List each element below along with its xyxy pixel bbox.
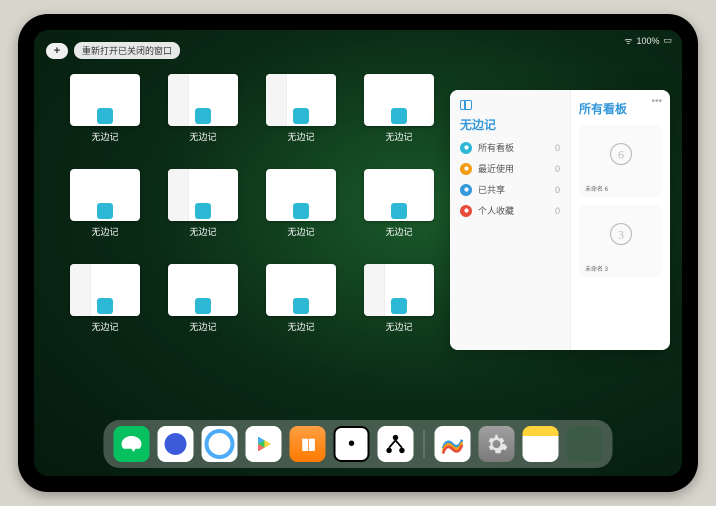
sidebar-item-count: 0 <box>555 185 560 195</box>
popup-left-title: 无边记 <box>460 116 560 133</box>
window-tile[interactable]: 无边记 <box>266 264 336 333</box>
popup-content: ••• 所有看板 6 未命名 6 3 未命名 3 <box>571 90 670 350</box>
window-thumbnail <box>364 169 434 221</box>
app-popup: 无边记 所有看板 0 最近使用 0 已共享 0 个人收藏 0 ••• 所有看板 … <box>450 90 670 350</box>
window-tile[interactable]: 无边记 <box>70 169 140 238</box>
popup-sidebar: 无边记 所有看板 0 最近使用 0 已共享 0 个人收藏 0 <box>450 90 571 350</box>
sidebar-item-label: 所有看板 <box>478 141 549 154</box>
battery-icon: ▭ <box>663 35 672 46</box>
new-window-button[interactable]: + <box>46 43 68 59</box>
window-label: 无边记 <box>287 320 314 333</box>
top-bar: + 重新打开已关闭的窗口 <box>46 42 180 59</box>
ipad-frame: ᯤ 100% ▭ + 重新打开已关闭的窗口 无边记无边记无边记无边记无边记无边记… <box>18 14 698 492</box>
window-label: 无边记 <box>91 130 118 143</box>
window-tile[interactable]: 无边记 <box>364 74 434 143</box>
window-tile[interactable]: 无边记 <box>168 169 238 238</box>
circle-solid-icon[interactable] <box>158 426 194 462</box>
window-label: 无边记 <box>385 130 412 143</box>
window-thumbnail <box>168 264 238 316</box>
more-icon[interactable]: ••• <box>651 96 662 107</box>
window-thumbnail <box>168 169 238 221</box>
window-thumbnail <box>70 264 140 316</box>
category-icon <box>460 163 472 175</box>
category-icon <box>460 205 472 217</box>
board-caption: 未命名 6 <box>585 184 608 193</box>
sidebar-item-count: 0 <box>555 143 560 153</box>
window-label: 无边记 <box>91 225 118 238</box>
window-label: 无边记 <box>189 130 216 143</box>
circle-ring-icon[interactable] <box>202 426 238 462</box>
hierarchy-icon[interactable] <box>378 426 414 462</box>
board-sketch-icon: 3 <box>606 219 636 249</box>
svg-text:3: 3 <box>618 228 624 242</box>
window-tile[interactable]: 无边记 <box>266 74 336 143</box>
board-caption: 未命名 3 <box>585 264 608 273</box>
window-tile[interactable]: 无边记 <box>364 169 434 238</box>
window-tile[interactable]: 无边记 <box>266 169 336 238</box>
svg-text:6: 6 <box>618 148 624 162</box>
window-thumbnail <box>266 264 336 316</box>
board-tile[interactable]: 3 未命名 3 <box>579 205 662 277</box>
window-thumbnail <box>70 74 140 126</box>
window-grid: 无边记无边记无边记无边记无边记无边记无边记无边记无边记无边记无边记无边记 <box>70 74 434 333</box>
sidebar-item-count: 0 <box>555 206 560 216</box>
window-label: 无边记 <box>385 225 412 238</box>
wechat-icon[interactable] <box>114 426 150 462</box>
window-thumbnail <box>168 74 238 126</box>
status-bar: ᯤ 100% ▭ <box>624 34 672 47</box>
sidebar-item[interactable]: 已共享 0 <box>460 183 560 196</box>
category-icon <box>460 142 472 154</box>
play-store-icon[interactable] <box>246 426 282 462</box>
window-tile[interactable]: 无边记 <box>70 74 140 143</box>
window-thumbnail <box>364 74 434 126</box>
sidebar-icon[interactable] <box>460 100 472 110</box>
books-icon[interactable] <box>290 426 326 462</box>
settings-icon[interactable] <box>479 426 515 462</box>
window-tile[interactable]: 无边记 <box>168 74 238 143</box>
window-label: 无边记 <box>385 320 412 333</box>
window-label: 无边记 <box>189 225 216 238</box>
sidebar-item-count: 0 <box>555 164 560 174</box>
board-sketch-icon: 6 <box>606 139 636 169</box>
window-tile[interactable]: 无边记 <box>364 264 434 333</box>
window-thumbnail <box>70 169 140 221</box>
window-thumbnail <box>266 74 336 126</box>
screen: ᯤ 100% ▭ + 重新打开已关闭的窗口 无边记无边记无边记无边记无边记无边记… <box>34 30 682 476</box>
sidebar-item[interactable]: 个人收藏 0 <box>460 204 560 217</box>
notes-icon[interactable] <box>523 426 559 462</box>
app-folder-icon[interactable] <box>567 426 603 462</box>
window-label: 无边记 <box>287 225 314 238</box>
wifi-icon: ᯤ <box>624 34 632 47</box>
window-tile[interactable]: 无边记 <box>70 264 140 333</box>
popup-right-title: 所有看板 <box>579 100 662 117</box>
dice-icon[interactable] <box>334 426 370 462</box>
sidebar-item[interactable]: 所有看板 0 <box>460 141 560 154</box>
category-icon <box>460 184 472 196</box>
sidebar-item-label: 最近使用 <box>478 162 549 175</box>
window-thumbnail <box>364 264 434 316</box>
dock <box>104 420 613 468</box>
window-thumbnail <box>266 169 336 221</box>
window-label: 无边记 <box>91 320 118 333</box>
reopen-closed-window-button[interactable]: 重新打开已关闭的窗口 <box>74 42 180 59</box>
sidebar-item-label: 已共享 <box>478 183 549 196</box>
battery-text: 100% <box>636 36 659 46</box>
sidebar-item[interactable]: 最近使用 0 <box>460 162 560 175</box>
freeform-icon[interactable] <box>435 426 471 462</box>
window-tile[interactable]: 无边记 <box>168 264 238 333</box>
window-label: 无边记 <box>189 320 216 333</box>
window-label: 无边记 <box>287 130 314 143</box>
board-tile[interactable]: 6 未命名 6 <box>579 125 662 197</box>
sidebar-item-label: 个人收藏 <box>478 204 549 217</box>
dock-separator <box>424 430 425 458</box>
